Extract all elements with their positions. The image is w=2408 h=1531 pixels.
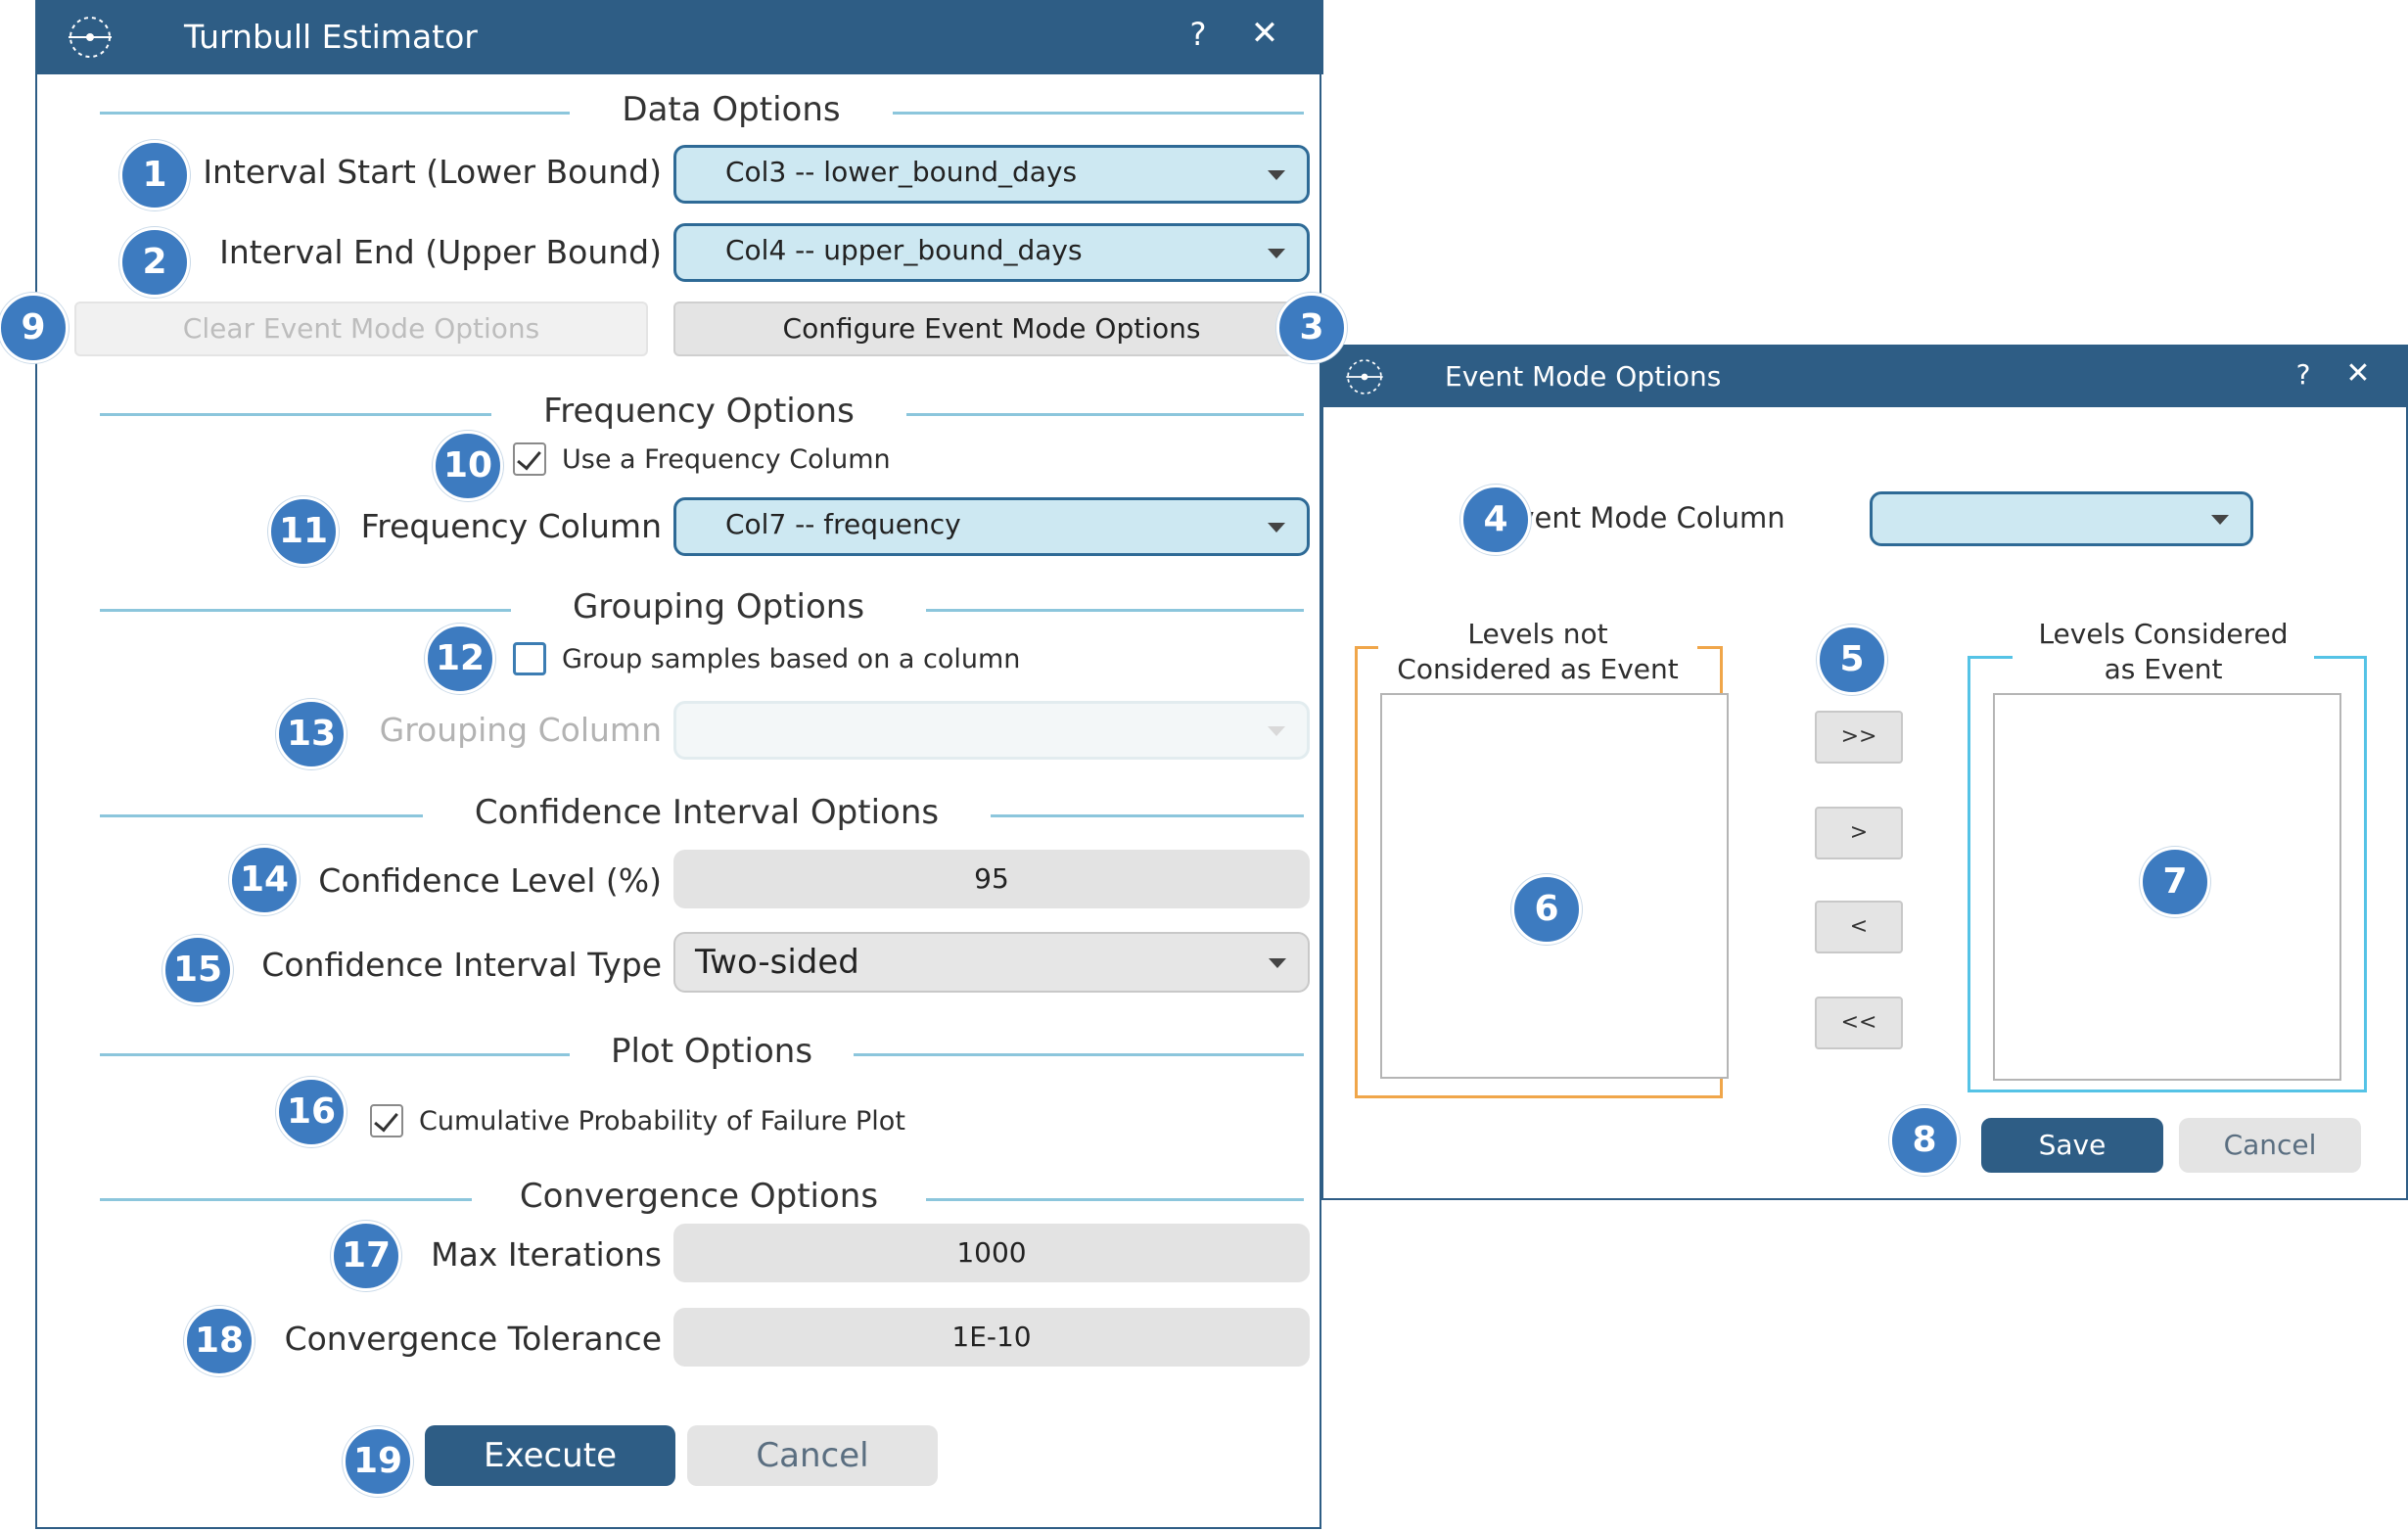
divider [100, 1198, 472, 1201]
window-title: Event Mode Options [1445, 360, 1722, 393]
event-mode-options-window: Event Mode Options ? ✕ Event Mode Column… [1321, 345, 2408, 1200]
callout-badge: 4 [1460, 485, 1531, 555]
interval-end-combo[interactable]: Col4 -- upper_bound_days [673, 223, 1310, 282]
grouping-options-heading: Grouping Options [572, 587, 865, 626]
frequency-column-combo[interactable]: Col7 -- frequency [673, 497, 1310, 556]
checkmark-icon [374, 1106, 398, 1133]
event-mode-column-combo[interactable] [1870, 491, 2253, 546]
callout-badge: 12 [425, 624, 495, 694]
help-button[interactable]: ? [2287, 358, 2320, 391]
not-event-title-line2: Considered as Event [1397, 653, 1679, 685]
close-button[interactable]: ✕ [2341, 356, 2375, 391]
divider [991, 814, 1304, 817]
callout-badge: 15 [162, 935, 233, 1005]
not-event-title: Levels not Considered as Event [1378, 617, 1697, 687]
callout-badge: 6 [1511, 874, 1582, 945]
divider [906, 413, 1304, 416]
move-left-button[interactable]: < [1815, 901, 1903, 953]
chevron-down-icon [1268, 170, 1285, 180]
frequency-column-value: Col7 -- frequency [725, 508, 961, 540]
confidence-options-heading: Confidence Interval Options [474, 793, 940, 832]
callout-badge: 3 [1276, 293, 1347, 363]
cancel-button[interactable]: Cancel [2179, 1118, 2361, 1173]
chevron-down-icon [1268, 726, 1285, 736]
checkmark-icon [517, 444, 541, 471]
callout-badge: 10 [433, 431, 503, 501]
title-bar: Turnbull Estimator ? ✕ [37, 0, 1323, 74]
close-button[interactable]: ✕ [1245, 14, 1284, 53]
cancel-button[interactable]: Cancel [687, 1425, 938, 1486]
confidence-level-input[interactable]: 95 [673, 850, 1310, 908]
plot-options-heading: Plot Options [610, 1032, 813, 1071]
convergence-options-heading: Convergence Options [519, 1177, 879, 1216]
divider [100, 112, 570, 115]
frequency-options-heading: Frequency Options [543, 392, 855, 431]
configure-event-mode-button[interactable]: Configure Event Mode Options [673, 302, 1310, 356]
window-title: Turnbull Estimator [184, 18, 478, 56]
divider [100, 413, 491, 416]
callout-badge: 11 [268, 496, 339, 567]
divider [926, 1198, 1304, 1201]
callout-badge: 1 [119, 140, 190, 210]
chevron-down-icon [1269, 958, 1286, 968]
move-right-button[interactable]: > [1815, 807, 1903, 859]
callout-badge: 7 [2140, 847, 2210, 917]
interval-end-label: Interval End (Upper Bound) [219, 233, 662, 271]
divider [854, 1053, 1304, 1056]
interval-type-value: Two-sided [695, 943, 859, 982]
confidence-level-label: Confidence Level (%) [318, 861, 662, 900]
callout-badge: 13 [276, 699, 347, 769]
logo-circle-icon [1346, 359, 1383, 394]
move-all-right-button[interactable]: >> [1815, 711, 1903, 764]
grouping-column-label: Grouping Column [379, 711, 662, 749]
group-samples-checkbox[interactable] [513, 642, 546, 675]
chevron-down-icon [1268, 523, 1285, 533]
callout-badge: 9 [0, 293, 69, 363]
callout-badge: 5 [1817, 625, 1887, 695]
callout-badge: 16 [276, 1077, 347, 1147]
use-frequency-label: Use a Frequency Column [562, 444, 891, 475]
event-title: Levels Considered as Event [2013, 617, 2314, 687]
turnbull-estimator-window: Turnbull Estimator ? ✕ Data Options Inte… [35, 0, 1323, 1529]
callout-badge: 19 [343, 1426, 413, 1497]
move-all-left-button[interactable]: << [1815, 997, 1903, 1049]
logo-circle-icon [69, 17, 112, 58]
callout-badge: 8 [1889, 1105, 1960, 1176]
title-bar: Event Mode Options ? ✕ [1323, 347, 2406, 407]
data-options-heading: Data Options [622, 90, 841, 129]
callout-badge: 2 [119, 227, 190, 298]
interval-end-value: Col4 -- upper_bound_days [725, 234, 1083, 266]
divider [893, 112, 1304, 115]
divider [100, 1053, 570, 1056]
divider [100, 814, 423, 817]
interval-type-combo[interactable]: Two-sided [673, 932, 1310, 993]
group-samples-label: Group samples based on a column [562, 644, 1021, 674]
clear-event-mode-button[interactable]: Clear Event Mode Options [74, 302, 648, 356]
help-button[interactable]: ? [1179, 16, 1218, 53]
event-mode-column-label: Event Mode Column [1500, 501, 1785, 534]
not-event-title-line1: Levels not [1467, 618, 1608, 650]
save-button[interactable]: Save [1981, 1118, 2163, 1173]
event-title-line2: as Event [2104, 653, 2223, 685]
grouping-column-combo[interactable] [673, 701, 1310, 760]
callout-badge: 18 [184, 1306, 255, 1376]
callout-badge: 14 [229, 845, 300, 915]
interval-start-label: Interval Start (Lower Bound) [203, 153, 662, 191]
chevron-down-icon [1268, 249, 1285, 258]
event-title-line1: Levels Considered [2038, 618, 2289, 650]
cumulative-plot-checkbox[interactable] [370, 1104, 403, 1137]
execute-button[interactable]: Execute [425, 1425, 675, 1486]
frequency-column-label: Frequency Column [360, 507, 662, 545]
divider [100, 609, 511, 612]
divider [926, 609, 1304, 612]
cumulative-plot-label: Cumulative Probability of Failure Plot [419, 1106, 905, 1137]
max-iterations-input[interactable]: 1000 [673, 1224, 1310, 1282]
chevron-down-icon [2211, 515, 2229, 525]
interval-start-value: Col3 -- lower_bound_days [725, 156, 1078, 188]
convergence-tolerance-input[interactable]: 1E-10 [673, 1308, 1310, 1367]
use-frequency-checkbox[interactable] [513, 442, 546, 476]
interval-start-combo[interactable]: Col3 -- lower_bound_days [673, 145, 1310, 204]
callout-badge: 17 [331, 1221, 401, 1291]
